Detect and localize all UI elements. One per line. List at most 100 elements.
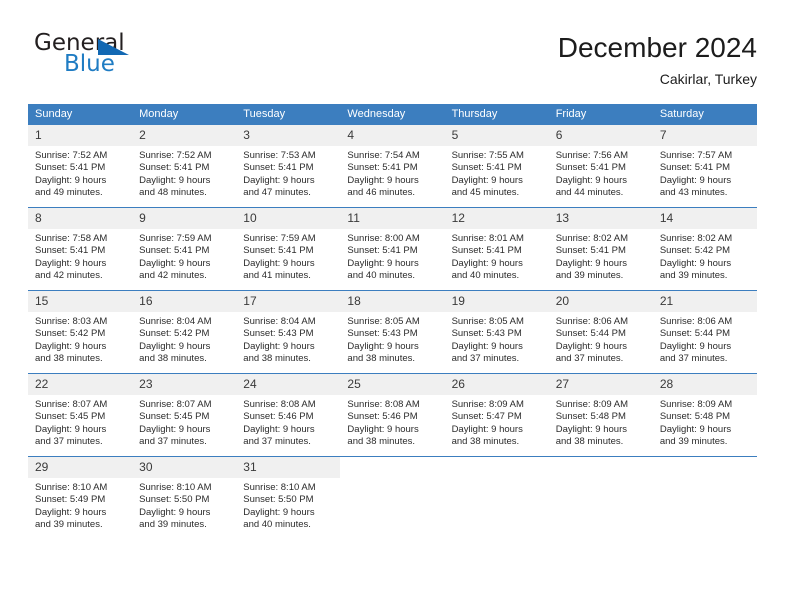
sunset-text: Sunset: 5:41 PM <box>347 162 418 174</box>
day-details: Sunrise: 8:07 AM Sunset: 5:45 PM Daylight:… <box>28 395 132 449</box>
calendar-day-cell[interactable]: 14 Sunrise: 8:02 AM Sunset: 5:42 PM Dayligh… <box>652 207 757 291</box>
sunset-text: Sunset: 5:41 PM <box>35 162 106 174</box>
calendar-day-cell[interactable]: 4 Sunrise: 7:54 AM Sunset: 5:41 PM Daylight… <box>340 125 445 208</box>
day-number: 5 <box>444 125 549 146</box>
calendar-day-cell[interactable]: 2 Sunrise: 7:52 AM Sunset: 5:41 PM Daylight… <box>132 125 237 208</box>
sunset-text: Sunset: 5:41 PM <box>243 162 314 174</box>
day-number: 3 <box>236 125 341 146</box>
daylight-text-line1: Daylight: 9 hours <box>35 340 107 352</box>
daylight-text-line2: and 43 minutes. <box>659 187 728 199</box>
day-number: 11 <box>340 208 445 229</box>
calendar-day-cell[interactable]: 31 Sunrise: 8:10 AM Sunset: 5:50 PM Dayligh… <box>236 456 341 539</box>
daylight-text-line2: and 46 minutes. <box>347 187 416 199</box>
calendar-page: General Blue December 2024 Cakirlar, Tur… <box>0 0 792 612</box>
daylight-text-line1: Daylight: 9 hours <box>659 340 732 352</box>
daylight-text-line2: and 41 minutes. <box>243 270 311 282</box>
sunrise-text: Sunrise: 7:55 AM <box>451 150 524 161</box>
calendar-day-cell[interactable]: 26 Sunrise: 8:09 AM Sunset: 5:47 PM Dayligh… <box>444 373 549 457</box>
calendar-day-cell[interactable]: 23 Sunrise: 8:07 AM Sunset: 5:45 PM Dayligh… <box>132 373 237 457</box>
calendar-day-cell[interactable]: 17 Sunrise: 8:04 AM Sunset: 5:43 PM Dayligh… <box>236 290 341 374</box>
calendar-day-cell[interactable]: 27 Sunrise: 8:09 AM Sunset: 5:48 PM Dayligh… <box>548 373 653 457</box>
calendar-day-cell[interactable]: 29 Sunrise: 8:10 AM Sunset: 5:49 PM Dayligh… <box>28 456 133 539</box>
weekday-header-thursday: Thursday <box>444 104 549 125</box>
day-number: 20 <box>548 291 653 312</box>
daylight-text-line1: Daylight: 9 hours <box>243 423 315 435</box>
day-details: Sunrise: 8:08 AM Sunset: 5:46 PM Daylight:… <box>236 395 340 449</box>
calendar-week-row: 1 Sunrise: 7:52 AM Sunset: 5:41 PM Daylight… <box>28 125 757 208</box>
sunrise-text: Sunrise: 7:57 AM <box>659 150 733 161</box>
calendar-day-cell[interactable]: 18 Sunrise: 8:05 AM Sunset: 5:43 PM Dayligh… <box>340 290 445 374</box>
calendar-day-cell-empty <box>444 456 549 539</box>
calendar-header-row: Sunday Monday Tuesday Wednesday Thursday… <box>28 104 757 125</box>
calendar-day-cell[interactable]: 7 Sunrise: 7:57 AM Sunset: 5:41 PM Daylight… <box>652 125 757 208</box>
calendar-day-cell[interactable]: 12 Sunrise: 8:01 AM Sunset: 5:41 PM Dayligh… <box>444 207 549 291</box>
daylight-text-line2: and 45 minutes. <box>451 187 520 199</box>
sunset-text: Sunset: 5:43 PM <box>451 328 522 340</box>
calendar-day-cell[interactable]: 9 Sunrise: 7:59 AM Sunset: 5:41 PM Daylight… <box>132 207 237 291</box>
calendar-day-cell[interactable]: 25 Sunrise: 8:08 AM Sunset: 5:46 PM Dayligh… <box>340 373 445 457</box>
daylight-text-line2: and 38 minutes. <box>555 436 624 448</box>
daylight-text-line1: Daylight: 9 hours <box>659 423 732 435</box>
daylight-text-line1: Daylight: 9 hours <box>555 423 627 435</box>
calendar-day-cell[interactable]: 8 Sunrise: 7:58 AM Sunset: 5:41 PM Daylight… <box>28 207 133 291</box>
page-subtitle: Cakirlar, Turkey <box>659 71 757 87</box>
calendar-day-cell[interactable]: 24 Sunrise: 8:08 AM Sunset: 5:46 PM Dayligh… <box>236 373 341 457</box>
day-details: Sunrise: 7:54 AM Sunset: 5:41 PM Daylight:… <box>340 146 444 200</box>
weekday-header-wednesday: Wednesday <box>340 104 445 125</box>
calendar-day-cell[interactable]: 13 Sunrise: 8:02 AM Sunset: 5:41 PM Dayligh… <box>548 207 653 291</box>
calendar-body: 1 Sunrise: 7:52 AM Sunset: 5:41 PM Daylight… <box>28 125 757 539</box>
calendar-day-cell[interactable]: 16 Sunrise: 8:04 AM Sunset: 5:42 PM Dayligh… <box>132 290 237 374</box>
day-details: Sunrise: 7:52 AM Sunset: 5:41 PM Daylight:… <box>132 146 236 200</box>
brand-name-blue: Blue <box>64 51 115 77</box>
day-details: Sunrise: 8:01 AM Sunset: 5:41 PM Daylight:… <box>445 229 549 283</box>
calendar-day-cell[interactable]: 28 Sunrise: 8:09 AM Sunset: 5:48 PM Dayligh… <box>652 373 757 457</box>
daylight-text-line2: and 37 minutes. <box>659 353 728 365</box>
calendar-day-cell[interactable]: 6 Sunrise: 7:56 AM Sunset: 5:41 PM Daylight… <box>548 125 653 208</box>
calendar-week-row: 22 Sunrise: 8:07 AM Sunset: 5:45 PM Dayligh… <box>28 373 757 457</box>
calendar-day-cell[interactable]: 20 Sunrise: 8:06 AM Sunset: 5:44 PM Dayligh… <box>548 290 653 374</box>
daylight-text-line2: and 38 minutes. <box>451 436 520 448</box>
calendar-day-cell[interactable]: 11 Sunrise: 8:00 AM Sunset: 5:41 PM Dayligh… <box>340 207 445 291</box>
daylight-text-line2: and 37 minutes. <box>555 353 624 365</box>
brand-logo[interactable]: General Blue <box>34 30 164 86</box>
sunrise-text: Sunrise: 7:58 AM <box>35 233 108 244</box>
daylight-text-line1: Daylight: 9 hours <box>659 257 732 269</box>
calendar-day-cell[interactable]: 30 Sunrise: 8:10 AM Sunset: 5:50 PM Dayligh… <box>132 456 237 539</box>
sunset-text: Sunset: 5:47 PM <box>451 411 522 423</box>
day-details: Sunrise: 8:07 AM Sunset: 5:45 PM Daylight:… <box>132 395 236 449</box>
day-details: Sunrise: 8:04 AM Sunset: 5:42 PM Daylight:… <box>132 312 236 366</box>
sunset-text: Sunset: 5:50 PM <box>139 494 210 506</box>
weekday-header-saturday: Saturday <box>652 104 757 125</box>
sunset-text: Sunset: 5:48 PM <box>555 411 626 423</box>
daylight-text-line1: Daylight: 9 hours <box>35 257 107 269</box>
day-details: Sunrise: 8:10 AM Sunset: 5:50 PM Daylight:… <box>236 478 340 532</box>
daylight-text-line1: Daylight: 9 hours <box>451 257 523 269</box>
day-number: 12 <box>444 208 549 229</box>
calendar-day-cell[interactable]: 5 Sunrise: 7:55 AM Sunset: 5:41 PM Daylight… <box>444 125 549 208</box>
sunrise-text: Sunrise: 7:53 AM <box>243 150 316 161</box>
daylight-text-line1: Daylight: 9 hours <box>347 340 419 352</box>
daylight-text-line1: Daylight: 9 hours <box>139 340 211 352</box>
sunset-text: Sunset: 5:41 PM <box>139 162 210 174</box>
day-number: 21 <box>652 291 757 312</box>
calendar-day-cell[interactable]: 3 Sunrise: 7:53 AM Sunset: 5:41 PM Daylight… <box>236 125 341 208</box>
calendar-day-cell[interactable]: 15 Sunrise: 8:03 AM Sunset: 5:42 PM Dayligh… <box>28 290 133 374</box>
calendar-day-cell[interactable]: 1 Sunrise: 7:52 AM Sunset: 5:41 PM Daylight… <box>28 125 133 208</box>
daylight-text-line1: Daylight: 9 hours <box>451 340 523 352</box>
calendar-day-cell[interactable]: 19 Sunrise: 8:05 AM Sunset: 5:43 PM Dayligh… <box>444 290 549 374</box>
day-number: 22 <box>28 374 133 395</box>
day-number: 8 <box>28 208 133 229</box>
day-number: 23 <box>132 374 237 395</box>
day-number: 9 <box>132 208 237 229</box>
sunrise-text: Sunrise: 8:09 AM <box>659 399 733 410</box>
day-details: Sunrise: 7:57 AM Sunset: 5:41 PM Daylight:… <box>653 146 757 200</box>
calendar-day-cell[interactable]: 22 Sunrise: 8:07 AM Sunset: 5:45 PM Dayligh… <box>28 373 133 457</box>
sunrise-text: Sunrise: 8:10 AM <box>35 482 108 493</box>
daylight-text-line1: Daylight: 9 hours <box>347 174 419 186</box>
day-details: Sunrise: 8:09 AM Sunset: 5:48 PM Daylight:… <box>653 395 757 449</box>
day-details: Sunrise: 7:52 AM Sunset: 5:41 PM Daylight:… <box>28 146 132 200</box>
calendar-day-cell[interactable]: 21 Sunrise: 8:06 AM Sunset: 5:44 PM Dayligh… <box>652 290 757 374</box>
sunset-text: Sunset: 5:44 PM <box>659 328 731 340</box>
calendar-day-cell[interactable]: 10 Sunrise: 7:59 AM Sunset: 5:41 PM Dayligh… <box>236 207 341 291</box>
day-number: 1 <box>28 125 133 146</box>
